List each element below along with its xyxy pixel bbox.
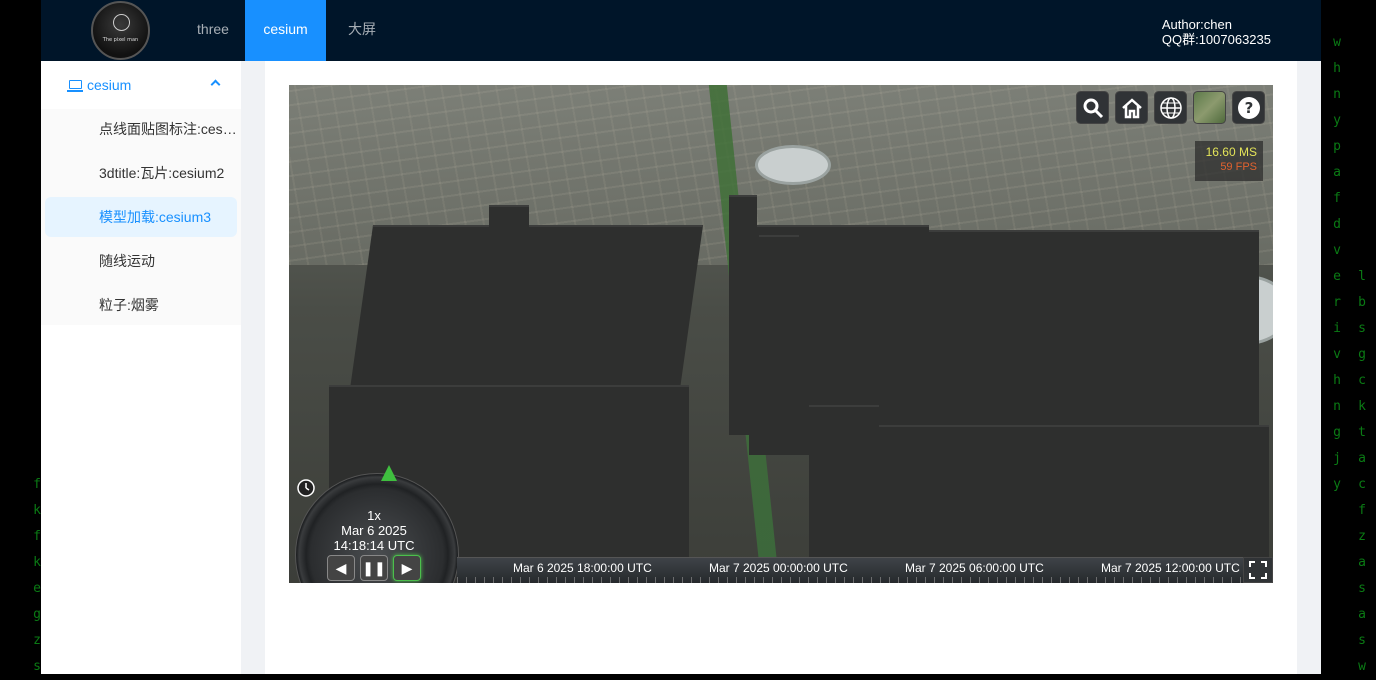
nav-cesium[interactable]: cesium <box>245 0 326 61</box>
sidebar-item-particle-smoke[interactable]: 粒子:烟雾 <box>45 285 237 325</box>
home-icon <box>1121 97 1142 118</box>
timeline-ruler <box>457 577 1243 583</box>
help-button[interactable]: ? <box>1232 91 1265 124</box>
matrix-char: s <box>1358 321 1366 336</box>
matrix-column-right-1: whnypafdverivhngjy <box>1330 30 1344 498</box>
svg-text:?: ? <box>1244 99 1253 117</box>
matrix-char: g <box>1358 347 1366 362</box>
performance-display: 16.60 MS 59 FPS <box>1195 141 1263 181</box>
matrix-column-right-2: lbsgcktacfzasasw <box>1355 264 1369 680</box>
reverse-button[interactable]: ◀ <box>327 555 355 581</box>
matrix-char: f <box>1333 191 1341 206</box>
frame-rate: 59 FPS <box>1220 161 1257 173</box>
nav-three[interactable]: three <box>187 0 239 61</box>
matrix-char: y <box>1333 477 1341 492</box>
animation-speed: 1x <box>367 508 381 523</box>
matrix-char: s <box>1358 633 1366 648</box>
animation-date: Mar 6 2025 <box>341 523 407 538</box>
laptop-icon <box>67 79 83 92</box>
matrix-char: d <box>1333 217 1341 232</box>
timeline-tick-label: Mar 7 2025 06:00:00 UTC <box>905 561 1044 575</box>
animation-time: 14:18:14 UTC <box>333 538 415 553</box>
submenu-items: 点线面贴图标注:cesium1 3dtitle:瓦片:cesium2 模型加载:… <box>41 109 241 325</box>
matrix-char: v <box>1333 243 1341 258</box>
sidebar-item-annotation[interactable]: 点线面贴图标注:cesium1 <box>45 109 237 149</box>
building-cluster <box>489 205 529 285</box>
matrix-char: n <box>1333 87 1341 102</box>
matrix-char: a <box>1358 555 1366 570</box>
timeline-tick-label: Mar 7 2025 12:00:00 UTC <box>1101 561 1240 575</box>
stadium-left <box>755 145 831 185</box>
fullscreen-button[interactable] <box>1243 557 1273 583</box>
app-window: The pixel man three cesium 大屏 Author:che… <box>41 0 1321 674</box>
pause-button[interactable]: ❚❚ <box>360 555 388 581</box>
fullscreen-icon <box>1249 561 1267 579</box>
qq-group: QQ群:1007063235 <box>1161 32 1271 47</box>
pause-icon: ❚❚ <box>362 559 386 576</box>
matrix-char: h <box>1333 373 1341 388</box>
logo-text: The pixel man <box>102 37 139 43</box>
matrix-char: j <box>1333 451 1341 466</box>
play-button[interactable]: ▶ <box>393 555 421 581</box>
matrix-char: c <box>1358 477 1366 492</box>
help-icon: ? <box>1237 96 1260 119</box>
globe-icon <box>1159 96 1182 119</box>
base-layer-picker-button[interactable] <box>1193 91 1226 124</box>
matrix-char: p <box>1333 139 1341 154</box>
matrix-char: g <box>1333 425 1341 440</box>
nav-dashboard[interactable]: 大屏 <box>337 0 387 61</box>
matrix-char: h <box>1333 61 1341 76</box>
matrix-char: t <box>1358 425 1366 440</box>
matrix-char: w <box>1358 659 1366 674</box>
search-icon <box>1083 98 1103 118</box>
building-cluster <box>729 195 757 435</box>
building-cluster <box>809 405 879 525</box>
submenu-cesium[interactable]: cesium <box>41 61 241 109</box>
matrix-char: f <box>1358 503 1366 518</box>
matrix-char: r <box>1333 295 1341 310</box>
matrix-char: l <box>1358 269 1366 284</box>
matrix-char: n <box>1333 399 1341 414</box>
shuttle-ring-pointer-icon[interactable] <box>379 465 399 485</box>
author-name: Author:chen <box>1161 17 1232 32</box>
logo-mark-icon <box>113 14 130 31</box>
cesium-toolbar: ? <box>1076 91 1265 124</box>
top-header: The pixel man three cesium 大屏 Author:che… <box>41 0 1321 61</box>
scene-mode-button[interactable] <box>1154 91 1187 124</box>
play-icon: ▶ <box>401 559 413 576</box>
matrix-char: b <box>1358 295 1366 310</box>
matrix-char: v <box>1333 347 1341 362</box>
home-button[interactable] <box>1115 91 1148 124</box>
cesium-viewer[interactable]: ? 16.60 MS 59 FPS 1x Mar 6 2025 14:18:14… <box>289 85 1273 583</box>
timeline-tick-label: Mar 7 2025 00:00:00 UTC <box>709 561 848 575</box>
matrix-char: e <box>1333 269 1341 284</box>
matrix-char: z <box>1358 529 1366 544</box>
frame-time: 16.60 MS <box>1205 145 1257 159</box>
building-cluster <box>759 235 799 445</box>
matrix-char: i <box>1333 321 1341 336</box>
play-reverse-icon: ◀ <box>335 559 347 576</box>
logo[interactable]: The pixel man <box>91 1 150 60</box>
submenu-cesium-label: cesium <box>87 77 132 93</box>
matrix-char: a <box>1333 165 1341 180</box>
clock-icon[interactable] <box>295 477 317 499</box>
matrix-char: k <box>1358 399 1366 414</box>
geocoder-button[interactable] <box>1076 91 1109 124</box>
matrix-char: c <box>1358 373 1366 388</box>
chevron-up-icon <box>210 79 221 90</box>
sidebar: cesium 点线面贴图标注:cesium1 3dtitle:瓦片:cesium… <box>41 61 241 674</box>
sidebar-item-3dtiles[interactable]: 3dtitle:瓦片:cesium2 <box>45 153 237 193</box>
matrix-char: w <box>1333 35 1341 50</box>
matrix-char: y <box>1333 113 1341 128</box>
matrix-char: s <box>1358 581 1366 596</box>
timeline-tick-label: Mar 6 2025 18:00:00 UTC <box>513 561 652 575</box>
animation-widget: 1x Mar 6 2025 14:18:14 UTC ◀ ❚❚ ▶ <box>291 465 459 583</box>
matrix-char: a <box>1358 607 1366 622</box>
author-info: Author:chen QQ群:1007063235 <box>1162 17 1271 47</box>
sidebar-item-model-load[interactable]: 模型加载:cesium3 <box>45 197 237 237</box>
timeline[interactable]: Mar 6 2025 18:00:00 UTC Mar 7 2025 00:00… <box>457 557 1243 583</box>
matrix-char: a <box>1358 451 1366 466</box>
sidebar-item-path-motion[interactable]: 随线运动 <box>45 241 237 281</box>
